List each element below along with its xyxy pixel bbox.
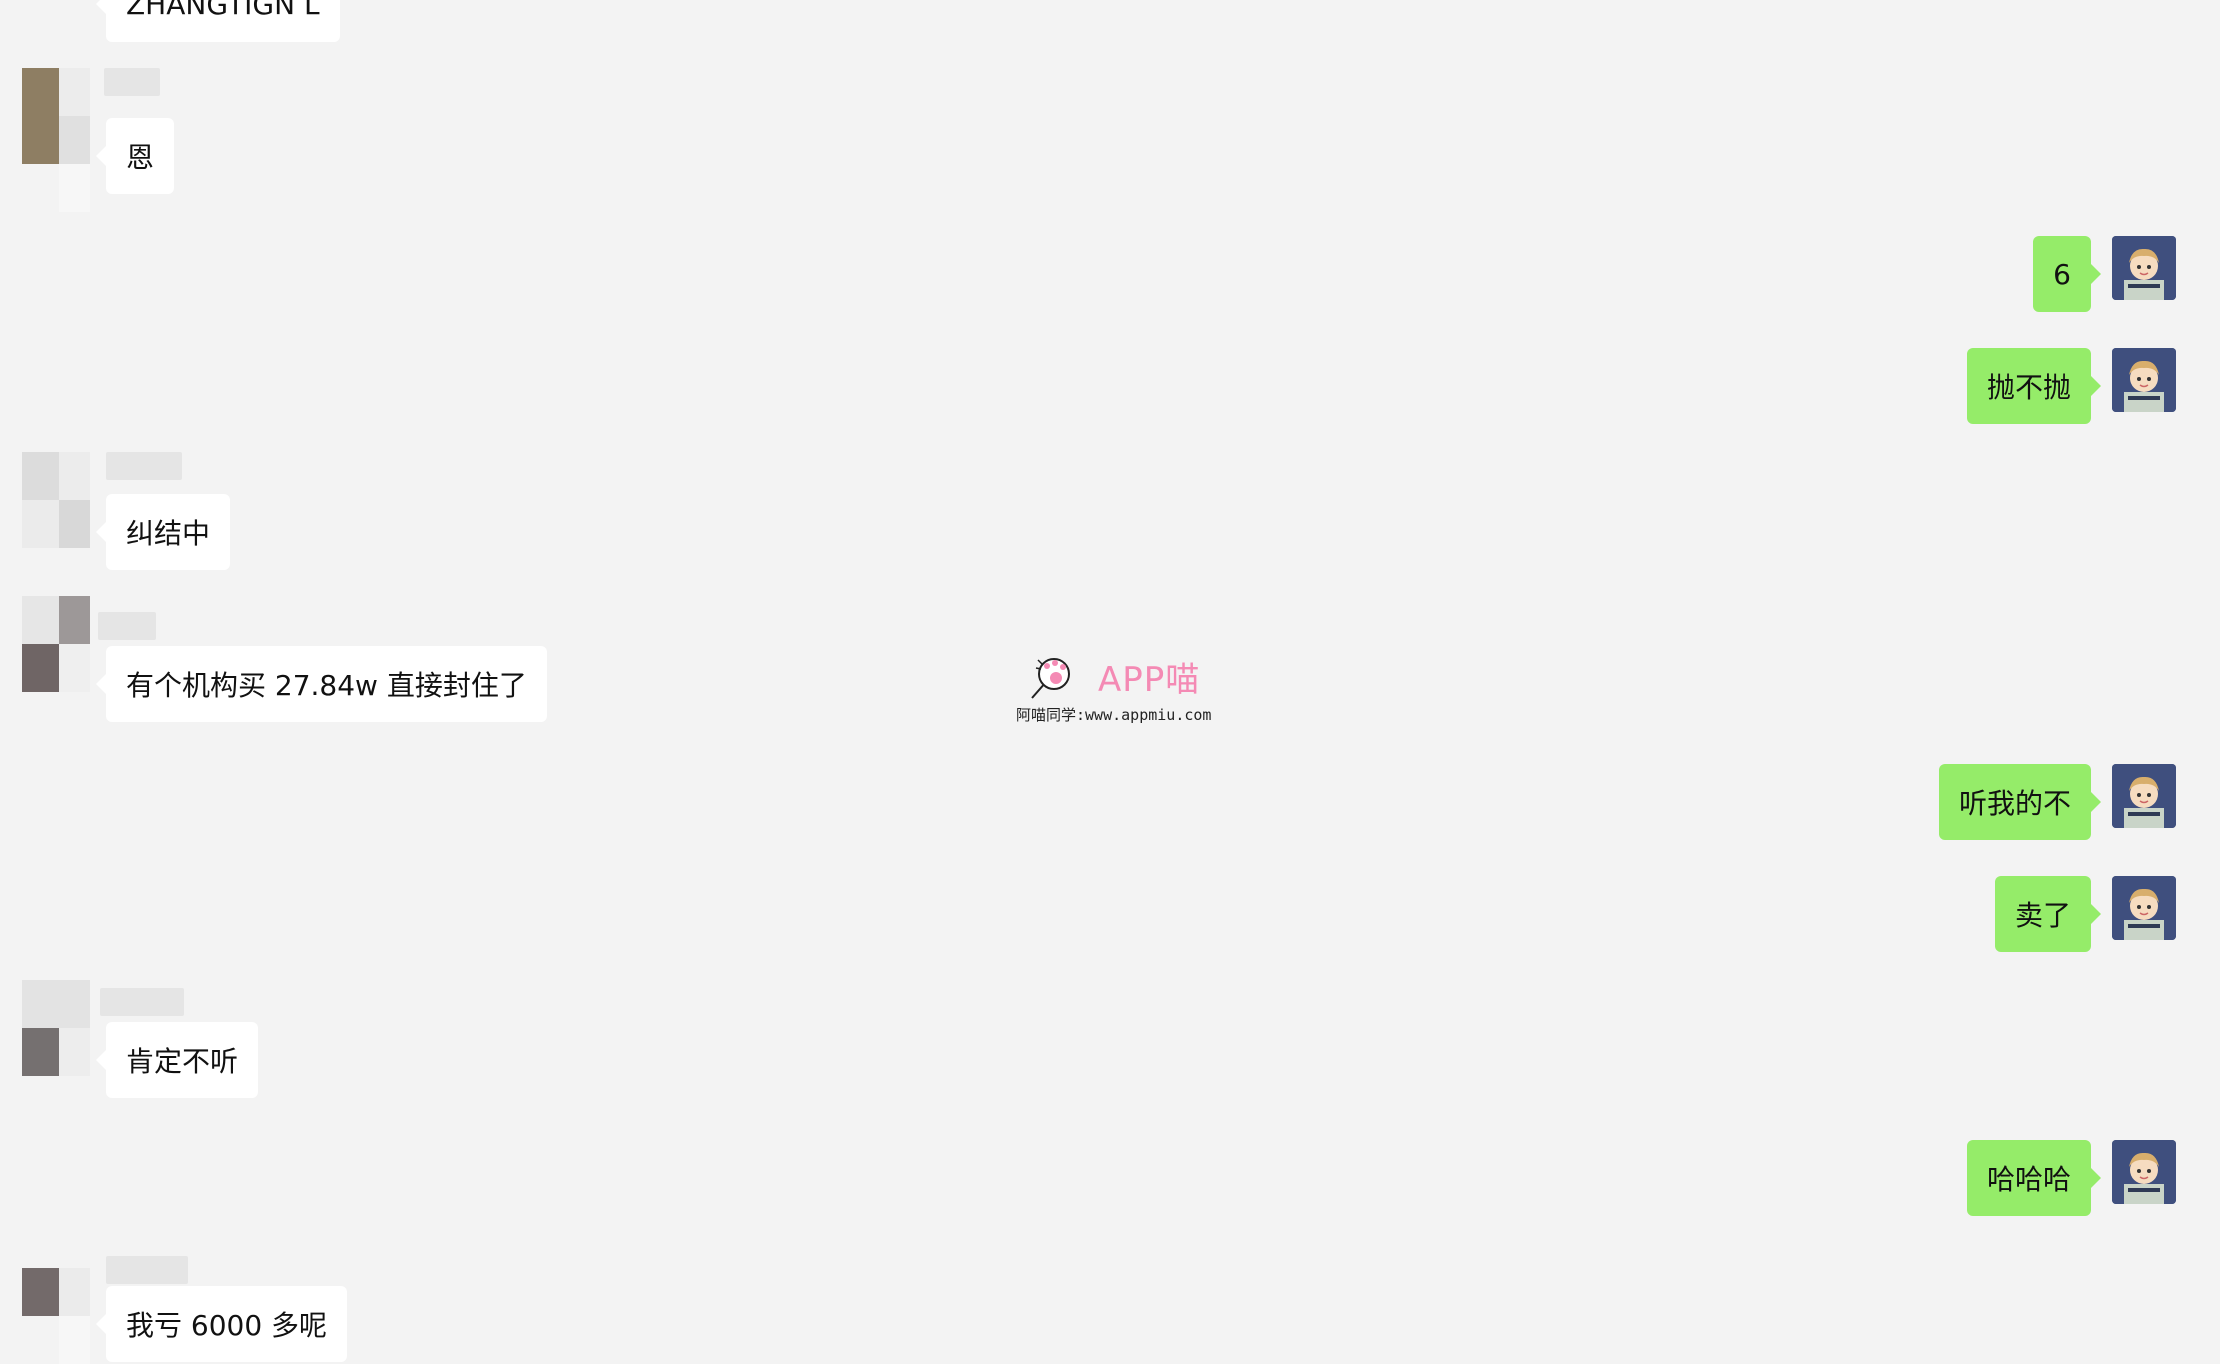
sender-name-blurred [106, 1256, 188, 1284]
self-avatar[interactable] [2112, 876, 2176, 940]
cartoon-boy-avatar-icon [2112, 1140, 2176, 1204]
self-avatar[interactable] [2112, 236, 2176, 300]
avatar-blurred[interactable] [22, 452, 90, 548]
sender-name-blurred [106, 452, 182, 480]
message-bubble-incoming[interactable]: 纠结中 [95, 494, 231, 570]
self-avatar[interactable] [2112, 764, 2176, 828]
cartoon-boy-avatar-icon [2112, 764, 2176, 828]
message-text: 听我的不 [1958, 787, 2071, 820]
watermark-title: APP喵 [1098, 660, 1201, 700]
message-bubble-incoming[interactable]: ZHANGTIGN L [96, 0, 340, 42]
avatar-blurred[interactable] [22, 596, 90, 692]
message-bubble-incoming[interactable]: 我亏 6000 多呢 [95, 1286, 348, 1362]
message-text: 哈哈哈 [1986, 1163, 2071, 1196]
message-bubble-outgoing[interactable]: 卖了 [1994, 876, 2102, 952]
cat-paw-logo-icon [1031, 658, 1070, 699]
message-text: ZHANGTIGN L [126, 0, 320, 21]
message-text: 纠结中 [126, 517, 211, 550]
message-bubble-outgoing[interactable]: 6 [2033, 236, 2101, 312]
watermark: APP喵 阿喵同学:www.appmiu.com [1016, 648, 1216, 728]
cartoon-boy-avatar-icon [2112, 236, 2176, 300]
message-bubble-incoming[interactable]: 有个机构买 27.84w 直接封住了 [96, 646, 547, 722]
sender-name-blurred [98, 612, 156, 640]
avatar-blurred[interactable] [22, 980, 90, 1076]
message-text: 卖了 [2014, 899, 2071, 932]
avatar-blurred[interactable] [22, 1268, 90, 1364]
sender-name-blurred [104, 68, 160, 96]
sender-name-blurred [100, 988, 184, 1016]
message-bubble-outgoing[interactable]: 听我的不 [1938, 764, 2102, 840]
message-bubble-incoming[interactable]: 恩 [95, 118, 175, 194]
avatar-blurred-fragment [22, 116, 90, 212]
message-bubble-outgoing[interactable]: 抛不抛 [1966, 348, 2102, 424]
cartoon-boy-avatar-icon [2112, 876, 2176, 940]
message-text: 恩 [126, 141, 155, 174]
self-avatar[interactable] [2112, 1140, 2176, 1204]
message-text: 有个机构买 27.84w 直接封住了 [126, 669, 527, 702]
message-text: 我亏 6000 多呢 [126, 1309, 328, 1342]
watermark-subtitle: 阿喵同学:www.appmiu.com [1016, 706, 1212, 724]
message-bubble-incoming[interactable]: 肯定不听 [95, 1022, 259, 1098]
message-bubble-outgoing[interactable]: 哈哈哈 [1966, 1140, 2102, 1216]
self-avatar[interactable] [2112, 348, 2176, 412]
message-text: 6 [2053, 257, 2071, 291]
message-text: 肯定不听 [126, 1045, 239, 1078]
cartoon-boy-avatar-icon [2112, 348, 2176, 412]
message-text: 抛不抛 [1986, 371, 2071, 404]
